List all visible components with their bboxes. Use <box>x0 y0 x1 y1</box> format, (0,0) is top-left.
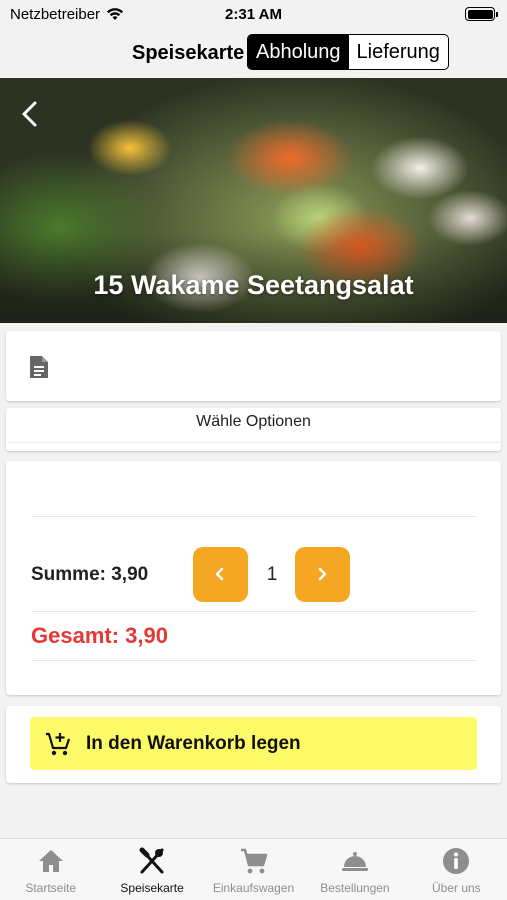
tab-bar: Startseite Speisekarte Einkaufswagen Bes… <box>0 838 507 900</box>
increment-button[interactable] <box>295 547 350 602</box>
status-left: Netzbetreiber <box>10 6 124 23</box>
battery-icon <box>465 7 498 21</box>
hero-image: 15 Wakame Seetangsalat <box>0 78 507 323</box>
back-chevron-icon[interactable] <box>16 98 44 130</box>
segment-abholung[interactable]: Abholung <box>248 35 349 69</box>
total-label: Gesamt: 3,90 <box>31 623 168 648</box>
chevron-left-icon <box>215 567 224 581</box>
cart-card: In den Warenkorb legen <box>6 706 501 783</box>
tab-label: Speisekarte <box>120 881 184 895</box>
tab-speisekarte[interactable]: Speisekarte <box>101 839 202 900</box>
tab-bestellungen[interactable]: Bestellungen <box>304 839 405 900</box>
divider <box>31 611 476 612</box>
tab-label: Über uns <box>431 881 481 895</box>
tab-label: Einkaufswagen <box>212 881 295 895</box>
divider <box>31 516 476 517</box>
wifi-icon <box>107 8 124 20</box>
options-card[interactable]: Wähle Optionen <box>6 408 501 451</box>
info-icon <box>443 848 470 874</box>
item-title: 15 Wakame Seetangsalat <box>93 270 414 300</box>
cloche-icon <box>341 852 368 871</box>
add-to-cart-label: In den Warenkorb legen <box>86 732 301 754</box>
status-time: 2:31 AM <box>225 5 282 23</box>
tab-einkaufswagen[interactable]: Einkaufswagen <box>203 839 304 900</box>
home-icon <box>38 850 63 872</box>
add-to-cart-button[interactable]: In den Warenkorb legen <box>30 717 477 770</box>
decrement-button[interactable] <box>193 547 248 602</box>
tab-label: Startseite <box>25 881 77 895</box>
page-title: Speisekarte <box>132 42 245 64</box>
add-shopping-cart-icon <box>46 732 71 755</box>
summary-card: Summe: 3,90 1 Gesamt: 3,90 <box>6 461 501 695</box>
cart-icon <box>240 848 267 874</box>
chevron-right-icon <box>318 567 327 581</box>
tab-label: Bestellungen <box>320 881 390 895</box>
sum-label: Summe: 3,90 <box>31 564 149 585</box>
options-divider <box>6 442 501 443</box>
segment-lieferung[interactable]: Lieferung <box>349 35 448 69</box>
document-icon <box>30 356 48 378</box>
options-label: Wähle Optionen <box>196 413 311 430</box>
description-card <box>6 331 501 401</box>
status-bar: Netzbetreiber 2:31 AM <box>0 0 507 28</box>
utensils-icon <box>139 847 164 874</box>
carrier-label: Netzbetreiber <box>10 5 101 23</box>
tab-ueber-uns[interactable]: Über uns <box>406 839 507 900</box>
nav-header: Speisekarte Abholung Lieferung <box>0 28 507 78</box>
order-type-segmented-control: Abholung Lieferung <box>247 34 449 70</box>
divider <box>31 660 476 661</box>
tab-startseite[interactable]: Startseite <box>0 839 101 900</box>
quantity-value: 1 <box>266 564 278 585</box>
